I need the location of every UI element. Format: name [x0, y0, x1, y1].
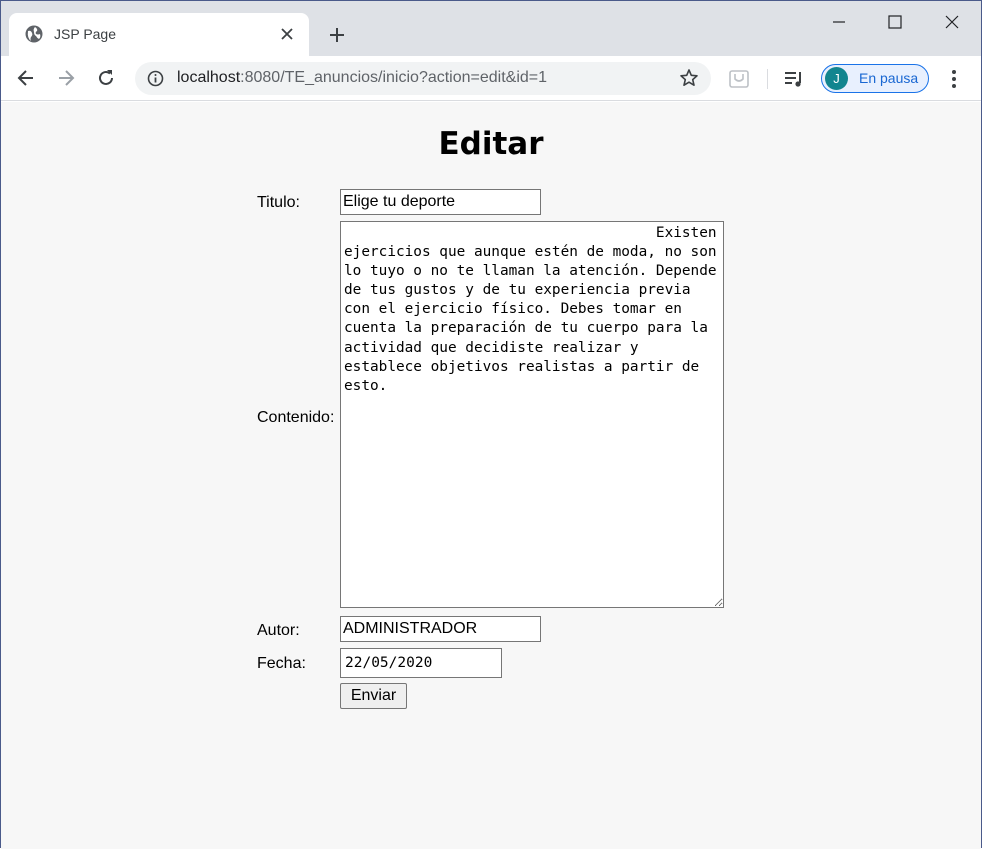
extension-icon[interactable]	[728, 68, 750, 95]
close-icon[interactable]	[277, 24, 297, 44]
globe-icon	[25, 25, 43, 43]
window-close-icon[interactable]	[935, 9, 969, 35]
url-text: localhost:8080/TE_anuncios/inicio?action…	[177, 69, 548, 86]
autor-input[interactable]	[340, 616, 541, 642]
titulo-label: Titulo:	[257, 194, 300, 211]
reload-icon[interactable]	[92, 64, 120, 92]
forward-icon[interactable]	[52, 64, 80, 92]
tab-strip: JSP Page	[1, 1, 981, 56]
fecha-input[interactable]	[340, 648, 502, 678]
address-bar[interactable]: localhost:8080/TE_anuncios/inicio?action…	[135, 62, 711, 95]
info-icon[interactable]	[147, 70, 164, 92]
more-menu-icon[interactable]	[945, 68, 963, 95]
contenido-label: Contenido:	[257, 409, 335, 426]
browser-tab[interactable]: JSP Page	[9, 13, 309, 56]
back-icon[interactable]	[12, 64, 40, 92]
contenido-textarea[interactable]: Existen ejercicios que aunque estén de m…	[340, 221, 724, 608]
star-icon[interactable]	[679, 68, 699, 93]
browser-window: JSP Page localhost:8080/TE_anuncios/inic…	[0, 0, 982, 849]
minimize-icon[interactable]	[822, 9, 856, 35]
fecha-label: Fecha:	[257, 655, 306, 672]
avatar: J	[825, 67, 848, 90]
profile-button[interactable]: J En pausa	[821, 64, 929, 93]
tab-title: JSP Page	[54, 26, 117, 42]
page-content: Editar Titulo: Contenido: Existen ejerci…	[1, 102, 981, 849]
profile-status: En pausa	[859, 70, 919, 86]
autor-label: Autor:	[257, 622, 300, 639]
enviar-button[interactable]: Enviar	[340, 683, 407, 709]
browser-toolbar: localhost:8080/TE_anuncios/inicio?action…	[1, 56, 981, 101]
plus-icon[interactable]	[323, 21, 351, 49]
page-title: Editar	[438, 126, 544, 162]
toolbar-separator	[767, 69, 768, 89]
media-control-icon[interactable]	[783, 68, 805, 95]
maximize-icon[interactable]	[878, 9, 912, 35]
titulo-input[interactable]	[340, 189, 541, 215]
